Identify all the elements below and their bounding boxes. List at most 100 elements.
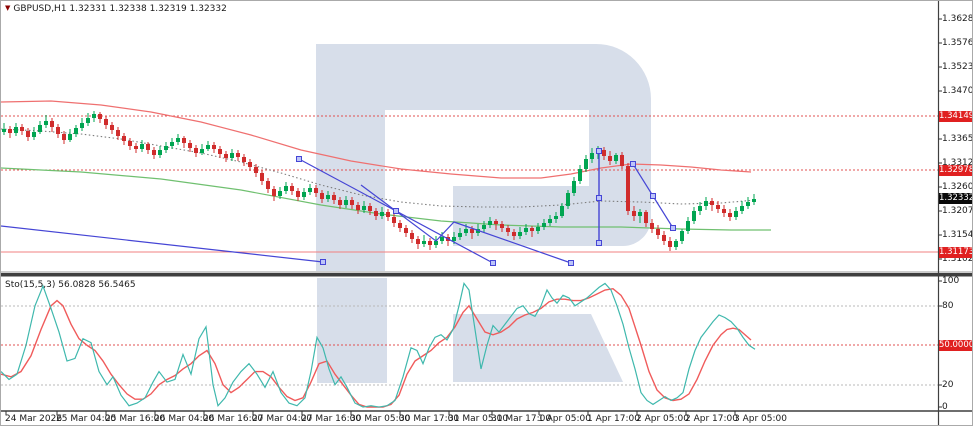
time-axis-label: 2 Apr 17:00	[685, 414, 738, 424]
candle-body	[410, 233, 414, 239]
candle-body	[176, 138, 180, 142]
candle-body	[356, 205, 360, 210]
drawing-handle[interactable]	[630, 161, 636, 167]
candle-body	[398, 223, 402, 228]
drawing-handle[interactable]	[596, 195, 602, 201]
drawing-handle[interactable]	[596, 148, 602, 154]
time-axis-label: 2 Apr 05:00	[636, 414, 689, 424]
drawing-handle[interactable]	[670, 225, 676, 231]
candle-body	[578, 169, 582, 181]
candle-body	[20, 127, 24, 131]
price-tag-1.31173: 1.31173	[939, 246, 973, 258]
candle-body	[602, 150, 606, 156]
candle-body	[86, 118, 90, 123]
candle-body	[488, 221, 492, 225]
candle-body	[608, 156, 612, 161]
candle-body	[650, 223, 654, 229]
candle-body	[590, 153, 594, 159]
candle-body	[524, 228, 528, 232]
candle-body	[302, 192, 306, 197]
price-scale-label: 1.35230	[942, 62, 973, 72]
candle-body	[506, 228, 510, 232]
price-tag-1.32332: 1.32332	[939, 192, 973, 204]
candle-body	[416, 239, 420, 244]
candle-body	[500, 224, 504, 228]
drawing-handle[interactable]	[490, 260, 496, 266]
drawing-handle[interactable]	[596, 240, 602, 246]
candle-body	[338, 200, 342, 205]
stoch-scale-label: 20	[942, 380, 954, 390]
candle-body	[740, 206, 744, 211]
candle-body	[308, 188, 312, 192]
candle-body	[614, 155, 618, 161]
candle-body	[542, 223, 546, 227]
stoch-scale-label: 0	[942, 402, 948, 412]
candle-body	[350, 200, 354, 205]
candle-body	[392, 217, 396, 223]
watermark-logo-stem	[316, 44, 385, 271]
candle-body	[638, 212, 642, 216]
panel-separator[interactable]	[1, 273, 973, 277]
main-panel[interactable]	[1, 44, 938, 271]
candle-body	[698, 206, 702, 211]
candle-body	[470, 229, 474, 233]
candle-body	[518, 232, 522, 236]
candle-body	[194, 148, 198, 153]
candle-body	[8, 129, 12, 133]
candle-body	[494, 221, 498, 224]
candle-body	[692, 211, 696, 221]
candle-body	[134, 146, 138, 149]
chart-canvas[interactable]	[1, 1, 973, 426]
candle-body	[368, 206, 372, 211]
candle-body	[164, 146, 168, 150]
candle-body	[512, 232, 516, 236]
candle-body	[56, 127, 60, 134]
price-scale-label: 1.36280	[942, 14, 973, 24]
candle-body	[242, 157, 246, 162]
candle-body	[272, 189, 276, 196]
trading-chart-window: ▼ GBPUSD,H1 1.32331 1.32338 1.32319 1.323…	[0, 0, 973, 426]
stoch-scale-label: 100	[942, 276, 960, 286]
time-axis-label: 1 Apr 05:00	[538, 414, 591, 424]
candle-body	[236, 153, 240, 157]
candle-body	[584, 159, 588, 169]
candle-body	[224, 154, 228, 158]
drawing-handle[interactable]	[568, 260, 574, 266]
candle-body	[530, 228, 534, 231]
candle-body	[752, 199, 756, 202]
candle-body	[566, 193, 570, 206]
price-scale-label: 1.33650	[942, 134, 973, 144]
drawing-handle[interactable]	[650, 193, 656, 199]
candle-body	[422, 241, 426, 244]
price-scale-label: 1.32070	[942, 206, 973, 216]
candle-body	[260, 173, 264, 181]
stochastic-panel[interactable]	[1, 278, 938, 408]
candle-body	[80, 123, 84, 128]
candle-body	[74, 128, 78, 134]
candle-body	[92, 114, 96, 118]
drawing-handle[interactable]	[296, 156, 302, 162]
candle-body	[482, 225, 486, 229]
drawing-handle[interactable]	[320, 259, 326, 265]
candle-body	[320, 193, 324, 199]
candle-body	[728, 213, 732, 217]
candle-body	[560, 206, 564, 216]
candle-body	[104, 119, 108, 125]
drawing-handle[interactable]	[393, 208, 399, 214]
candle-body	[632, 211, 636, 216]
candle-body	[170, 142, 174, 146]
trendline-object-3[interactable]	[1, 225, 324, 263]
candle-body	[110, 125, 114, 130]
candle-body	[188, 143, 192, 148]
quote-bar: ▼ GBPUSD,H1 1.32331 1.32338 1.32319 1.323…	[5, 4, 227, 14]
price-tag-1.34149: 1.34149	[939, 110, 973, 122]
time-axis-label: 24 Mar 2026	[5, 414, 63, 424]
candle-body	[464, 229, 468, 233]
candle-body	[374, 211, 378, 216]
candle-body	[266, 181, 270, 189]
candle-body	[440, 237, 444, 241]
candle-body	[668, 241, 672, 247]
candle-body	[290, 186, 294, 191]
candle-body	[98, 114, 102, 119]
candle-body	[572, 181, 576, 193]
